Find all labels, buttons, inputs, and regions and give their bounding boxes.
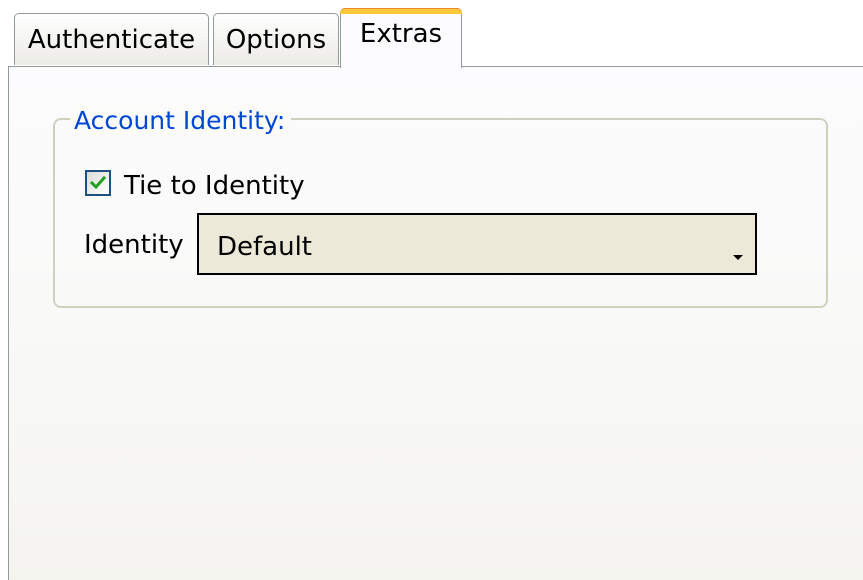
tie-to-identity-label[interactable]: Tie to Identity: [124, 171, 305, 201]
tab-authenticate[interactable]: Authenticate: [14, 13, 209, 65]
tab-extras-label: Extras: [359, 19, 443, 49]
checkmark-icon: [89, 175, 107, 190]
tab-options-label: Options: [225, 25, 327, 55]
dialog-root: Authenticate Options Extras Account Iden…: [0, 0, 863, 580]
tab-options[interactable]: Options: [213, 13, 339, 65]
chevron-down-icon[interactable]: [733, 255, 743, 260]
identity-label: Identity: [84, 230, 184, 260]
tab-extras[interactable]: Extras: [340, 8, 462, 68]
tie-to-identity-checkbox[interactable]: [85, 170, 111, 196]
account-identity-title: Account Identity:: [70, 106, 292, 135]
identity-select-value: Default: [217, 232, 312, 262]
identity-select[interactable]: Default: [197, 213, 757, 275]
tab-authenticate-label: Authenticate: [27, 25, 196, 55]
